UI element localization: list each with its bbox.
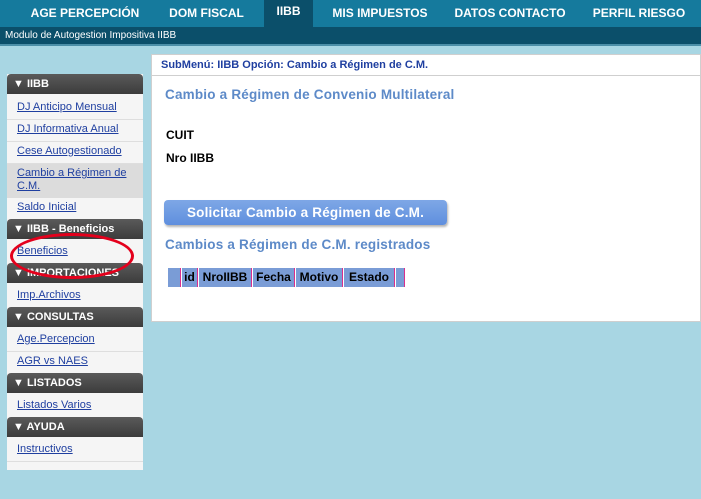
nav-tab-age-percepcion[interactable]: AGE PERCEPCIÓN bbox=[20, 0, 150, 27]
table-spacer-cell bbox=[167, 268, 181, 287]
column-header-motivo: Motivo bbox=[295, 268, 343, 287]
sidebar-link-instructivos[interactable]: Instructivos bbox=[7, 443, 143, 456]
sidebar-link-dj-anticipo-mensual[interactable]: DJ Anticipo Mensual bbox=[7, 101, 143, 114]
nav-tab-iibb[interactable]: IIBB bbox=[264, 0, 313, 27]
sidebar-section-importaciones[interactable]: ▼ IMPORTACIONES bbox=[7, 263, 143, 283]
module-header: Modulo de Autogestion Impositiva IIBB bbox=[0, 27, 701, 46]
sidebar-link-listados-varios[interactable]: Listados Varios bbox=[7, 399, 143, 412]
sidebar-divider bbox=[7, 461, 143, 462]
sidebar-link-cese-autogestionado[interactable]: Cese Autogestionado bbox=[7, 145, 143, 158]
sidebar-divider bbox=[7, 119, 143, 120]
sidebar-link-agr-vs-naes[interactable]: AGR vs NAES bbox=[7, 355, 143, 368]
sidebar-link-dj-informativa-anual[interactable]: DJ Informativa Anual bbox=[7, 123, 143, 136]
cuit-label: CUIT bbox=[166, 128, 194, 142]
sidebar-section-consultas[interactable]: ▼ CONSULTAS bbox=[7, 307, 143, 327]
sidebar-divider bbox=[7, 141, 143, 142]
sidebar-section-ayuda[interactable]: ▼ AYUDA bbox=[7, 417, 143, 437]
column-header-estado: Estado bbox=[343, 268, 395, 287]
registered-changes-table-header: id NroIIBB Fecha Motivo Estado bbox=[167, 268, 405, 287]
sidebar-link-cambio-regimen-cm[interactable]: Cambio a Régimen de C.M. bbox=[7, 164, 143, 198]
solicitar-cambio-button[interactable]: Solicitar Cambio a Régimen de C.M. bbox=[164, 200, 447, 225]
sidebar-link-imp-archivos[interactable]: Imp.Archivos bbox=[7, 289, 143, 302]
column-header-id: id bbox=[181, 268, 198, 287]
registered-changes-title: Cambios a Régimen de C.M. registrados bbox=[165, 237, 431, 252]
column-header-fecha: Fecha bbox=[252, 268, 295, 287]
sidebar-link-age-percepcion[interactable]: Age.Percepcion bbox=[7, 333, 143, 346]
sidebar-section-iibb[interactable]: ▼ IIBB bbox=[7, 74, 143, 94]
sidebar: ▼ IIBB DJ Anticipo Mensual DJ Informativ… bbox=[7, 74, 143, 470]
nro-iibb-label: Nro IIBB bbox=[166, 151, 214, 165]
top-navigation: AGE PERCEPCIÓN DOM FISCAL IIBB MIS IMPUE… bbox=[0, 0, 701, 27]
submenu-breadcrumb: SubMenú: IIBB Opción: Cambio a Régimen d… bbox=[152, 55, 701, 76]
nav-tab-mis-impuestos[interactable]: MIS IMPUESTOS bbox=[322, 0, 438, 27]
sidebar-divider bbox=[7, 351, 143, 352]
nav-tab-datos-contacto[interactable]: DATOS CONTACTO bbox=[446, 0, 574, 27]
sidebar-section-listados[interactable]: ▼ LISTADOS bbox=[7, 373, 143, 393]
sidebar-section-iibb-beneficios[interactable]: ▼ IIBB - Beneficios bbox=[7, 219, 143, 239]
sidebar-link-beneficios[interactable]: Beneficios bbox=[7, 245, 143, 258]
sidebar-link-saldo-inicial[interactable]: Saldo Inicial bbox=[7, 201, 143, 214]
nav-tab-dom-fiscal[interactable]: DOM FISCAL bbox=[155, 0, 258, 27]
page-title: Cambio a Régimen de Convenio Multilatera… bbox=[165, 87, 455, 102]
column-header-nroiibb: NroIIBB bbox=[198, 268, 252, 287]
nav-tab-perfil-riesgo[interactable]: PERFIL RIESGO bbox=[582, 0, 696, 27]
table-spacer-cell bbox=[395, 268, 405, 287]
main-panel: SubMenú: IIBB Opción: Cambio a Régimen d… bbox=[151, 54, 701, 322]
